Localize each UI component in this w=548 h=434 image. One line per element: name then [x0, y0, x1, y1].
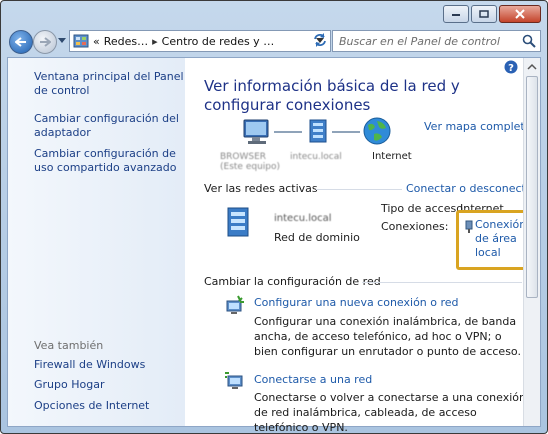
breadcrumb-overflow[interactable]: «: [93, 35, 100, 48]
sidebar: Ventana principal del Panel de control C…: [8, 58, 185, 426]
sidebar-item-firewall[interactable]: Firewall de Windows: [34, 358, 184, 372]
computer-subtitle: (Este equipo): [220, 162, 280, 172]
connections-label: Conexiones:: [381, 220, 449, 233]
connect-disconnect-link[interactable]: Conectar o desconectar: [406, 182, 537, 195]
refresh-button[interactable]: [312, 32, 328, 51]
network-node[interactable]: [304, 118, 332, 149]
divider: [362, 282, 522, 283]
sidebar-item-internet-options[interactable]: Opciones de Internet: [34, 399, 184, 413]
map-connector: [274, 131, 302, 133]
maximize-button[interactable]: [471, 5, 497, 23]
minimize-button[interactable]: [443, 5, 469, 23]
minimize-icon: [452, 14, 460, 16]
main-panel: ? Ver información básica de la red y con…: [186, 58, 540, 433]
sidebar-item-homegroup[interactable]: Grupo Hogar: [34, 378, 184, 392]
internet-node[interactable]: [362, 116, 392, 149]
local-area-connection-link[interactable]: Conexión de área local: [475, 218, 526, 260]
window-controls: [443, 5, 541, 23]
address-bar[interactable]: « Redes… ▸ Centro de redes y …: [69, 30, 331, 52]
connect-network-icon: [225, 372, 243, 389]
search-box[interactable]: Buscar en el Panel de control: [332, 30, 541, 52]
setup-new-connection-link[interactable]: Configurar una nueva conexión o red: [254, 296, 459, 309]
active-networks-heading: Ver las redes activas: [204, 182, 318, 195]
active-network-name: intecu.local: [274, 213, 332, 224]
refresh-icon: [314, 33, 326, 47]
maximize-icon: [479, 10, 489, 18]
divider: [316, 189, 402, 190]
network-name-map: intecu.local: [290, 152, 342, 162]
content-area: Ventana principal del Panel de control C…: [7, 57, 541, 433]
back-button[interactable]: [9, 30, 33, 54]
internet-label: Internet: [372, 151, 412, 162]
connect-to-network-link[interactable]: Conectarse a una red: [254, 373, 372, 386]
change-settings-heading: Cambiar la configuración de red: [204, 275, 381, 288]
connect-to-network-description: Conectarse o volver a conectarse a una c…: [254, 391, 526, 434]
sidebar-item-control-panel-home[interactable]: Ventana principal del Panel de control: [34, 70, 184, 98]
sidebar-item-advanced-sharing[interactable]: Cambiar configuración de uso compartido …: [34, 147, 184, 175]
scroll-up-icon[interactable]: [524, 60, 540, 74]
map-connector: [332, 131, 360, 133]
breadcrumb-redes[interactable]: Redes…: [104, 35, 148, 48]
computer-icon: [243, 119, 269, 144]
active-network-type[interactable]: Red de dominio: [274, 231, 360, 244]
search-input[interactable]: Buscar en el Panel de control: [339, 35, 522, 48]
page-title: Ver información básica de la red y confi…: [204, 77, 460, 114]
recent-pages-dropdown[interactable]: [58, 38, 66, 43]
breadcrumb-centro-redes[interactable]: Centro de redes y …: [162, 35, 275, 48]
setup-new-connection-description: Configurar una conexión inalámbrica, de …: [254, 315, 521, 358]
arrow-left-icon: [15, 37, 26, 47]
help-icon[interactable]: ?: [504, 60, 518, 74]
navigation-bar: « Redes… ▸ Centro de redes y … Buscar en…: [7, 29, 541, 55]
view-full-map-link[interactable]: Ver mapa completo: [424, 120, 531, 133]
domain-network-icon: [227, 207, 249, 237]
control-panel-icon: [73, 34, 89, 48]
window: « Redes… ▸ Centro de redes y … Buscar en…: [0, 0, 548, 434]
forward-button[interactable]: [33, 30, 57, 54]
computer-node[interactable]: [240, 118, 276, 149]
computer-name: BROWSER: [220, 152, 267, 162]
sidebar-item-adapter-settings[interactable]: Cambiar configuración del adaptador: [34, 112, 184, 140]
ethernet-icon: [465, 220, 473, 233]
svg-text:?: ?: [508, 63, 514, 74]
scrollbar-thumb[interactable]: [526, 76, 538, 298]
arrow-right-icon: [40, 37, 51, 47]
vertical-scrollbar[interactable]: [523, 58, 540, 426]
globe-icon: [363, 117, 391, 145]
search-icon[interactable]: [522, 34, 536, 48]
breadcrumb-separator[interactable]: ▸: [152, 35, 158, 48]
new-connection-icon: [226, 295, 244, 314]
network-icon: [309, 119, 327, 143]
access-type-label: Tipo de acceso:: [381, 202, 467, 215]
close-button[interactable]: [499, 5, 541, 23]
close-icon: [515, 9, 525, 19]
